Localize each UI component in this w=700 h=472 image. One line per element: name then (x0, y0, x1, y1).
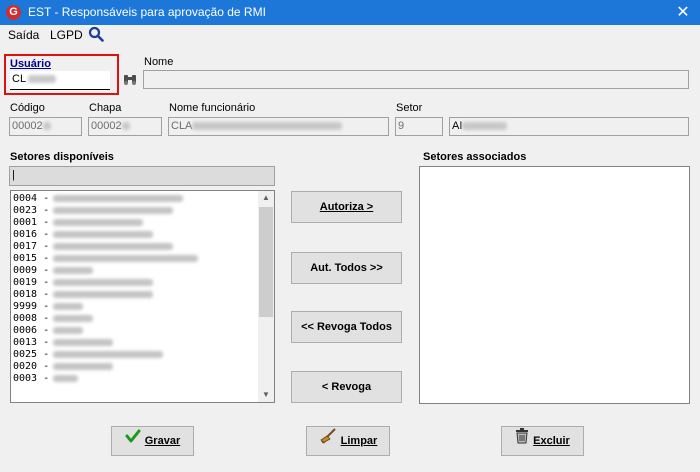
list-item[interactable]: 0025 - (11, 349, 274, 361)
limpar-label: Limpar (340, 435, 378, 447)
list-item[interactable]: 0006 - (11, 325, 274, 337)
list-item-code: 0003 - (13, 373, 50, 384)
list-item[interactable]: 0020 - (11, 361, 274, 373)
list-item-code: 0017 - (13, 241, 50, 252)
nome-field[interactable] (143, 70, 689, 89)
list-item-code: 0020 - (13, 361, 50, 372)
codigo-value: 00002 (12, 120, 43, 132)
setores-disponiveis-list[interactable]: 0004 -0023 -0001 -0016 -0017 -0015 -0009… (10, 190, 275, 403)
list-item[interactable]: 0015 - (11, 253, 274, 265)
setores-associados-list[interactable] (419, 166, 690, 404)
gravar-label: Gravar (144, 435, 181, 447)
list-item-code: 0023 - (13, 205, 50, 216)
aut-todos-button[interactable]: Aut. Todos >> (291, 252, 402, 284)
setor-label: Setor (396, 102, 423, 114)
checkmark-icon (125, 427, 141, 455)
usuario-label: Usuário (10, 58, 51, 70)
list-item[interactable]: 0017 - (11, 241, 274, 253)
list-item-code: 0018 - (13, 289, 50, 300)
binoculars-icon[interactable] (121, 71, 139, 89)
list-item-code: 0016 - (13, 229, 50, 240)
close-button[interactable]: ✕ (666, 0, 700, 25)
setor-name-field: AI (449, 117, 689, 136)
setores-associados-label: Setores associados (423, 151, 527, 163)
list-item[interactable]: 0018 - (11, 289, 274, 301)
list-item-code: 0019 - (13, 277, 50, 288)
list-item[interactable]: 9999 - (11, 301, 274, 313)
scroll-thumb[interactable] (259, 207, 273, 317)
gravar-button[interactable]: Gravar (111, 426, 194, 456)
list-item-code: 0009 - (13, 265, 50, 276)
list-item[interactable]: 0013 - (11, 337, 274, 349)
list-item-code: 0004 - (13, 193, 50, 204)
setores-disponiveis-label: Setores disponíveis (10, 151, 114, 163)
revoga-todos-button[interactable]: << Revoga Todos (291, 311, 402, 343)
list-item-code: 9999 - (13, 301, 50, 312)
list-item-code: 0025 - (13, 349, 50, 360)
nome-funcionario-value: CLA (171, 120, 193, 132)
list-item-code: 0008 - (13, 313, 50, 324)
window-title: EST - Responsáveis para aprovação de RMI (28, 5, 266, 19)
scroll-up-icon[interactable]: ▲ (258, 191, 274, 205)
search-icon[interactable] (88, 26, 104, 45)
list-item[interactable]: 0003 - (11, 373, 274, 385)
revoga-button[interactable]: < Revoga (291, 371, 402, 403)
setores-disponiveis-items: 0004 -0023 -0001 -0016 -0017 -0015 -0009… (11, 191, 274, 385)
codigo-label: Código (10, 102, 45, 114)
aut-todos-label: Aut. Todos >> (310, 262, 383, 274)
setor-code-value: 9 (398, 120, 405, 132)
limpar-button[interactable]: Limpar (306, 426, 390, 456)
nome-funcionario-label: Nome funcionário (169, 102, 256, 114)
usuario-value: CL (12, 73, 27, 85)
chapa-label: Chapa (89, 102, 122, 114)
list-item-code: 0006 - (13, 325, 50, 336)
nome-funcionario-field: CLA (168, 117, 389, 136)
chapa-field: 00002 (88, 117, 162, 136)
autoriza-label: Autoriza > (319, 201, 374, 213)
trash-icon (515, 427, 529, 455)
nome-label: Nome (144, 56, 174, 68)
list-item-code: 0001 - (13, 217, 50, 228)
chapa-value: 00002 (91, 120, 122, 132)
list-scrollbar[interactable]: ▲ ▼ (258, 191, 274, 402)
menu-item-saida[interactable]: Saída (8, 28, 39, 42)
list-item[interactable]: 0008 - (11, 313, 274, 325)
broom-icon (319, 427, 337, 455)
list-item-code: 0013 - (13, 337, 50, 348)
excluir-label: Excluir (533, 435, 570, 447)
list-item[interactable]: 0004 - (11, 193, 274, 205)
list-item[interactable]: 0019 - (11, 277, 274, 289)
list-item[interactable]: 0009 - (11, 265, 274, 277)
excluir-button[interactable]: Excluir (501, 426, 584, 456)
autoriza-button[interactable]: Autoriza > (291, 191, 402, 223)
scroll-down-icon[interactable]: ▼ (258, 388, 274, 402)
list-item-code: 0015 - (13, 253, 50, 264)
menu-bar: Saída LGPD (0, 25, 700, 45)
setor-code-field: 9 (395, 117, 443, 136)
setores-filter-input[interactable]: | (9, 166, 275, 186)
setor-name-value: AI (452, 120, 463, 132)
list-item[interactable]: 0023 - (11, 205, 274, 217)
revoga-todos-label: << Revoga Todos (301, 321, 392, 333)
list-item[interactable]: 0001 - (11, 217, 274, 229)
app-logo-icon: G (6, 5, 21, 20)
revoga-label: < Revoga (321, 381, 372, 393)
codigo-field: 00002 (9, 117, 82, 136)
title-bar: G EST - Responsáveis para aprovação de R… (0, 0, 700, 25)
list-item[interactable]: 0016 - (11, 229, 274, 241)
usuario-input[interactable]: CL (10, 71, 110, 90)
menu-item-lgpd[interactable]: LGPD (50, 28, 83, 42)
